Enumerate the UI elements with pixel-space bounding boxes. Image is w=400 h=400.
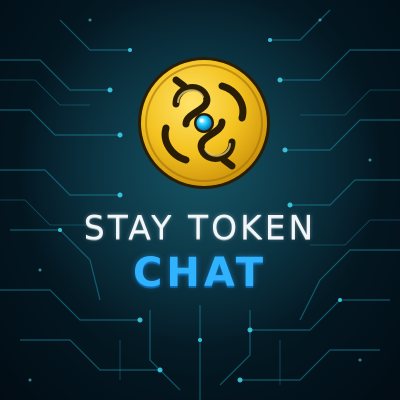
stay-token-coin-icon bbox=[138, 57, 270, 189]
brand-subtitle: CHAT bbox=[133, 250, 267, 296]
brand-title: STAY TOKEN bbox=[83, 208, 317, 247]
avatar-image: STAY TOKEN CHAT bbox=[0, 0, 400, 400]
